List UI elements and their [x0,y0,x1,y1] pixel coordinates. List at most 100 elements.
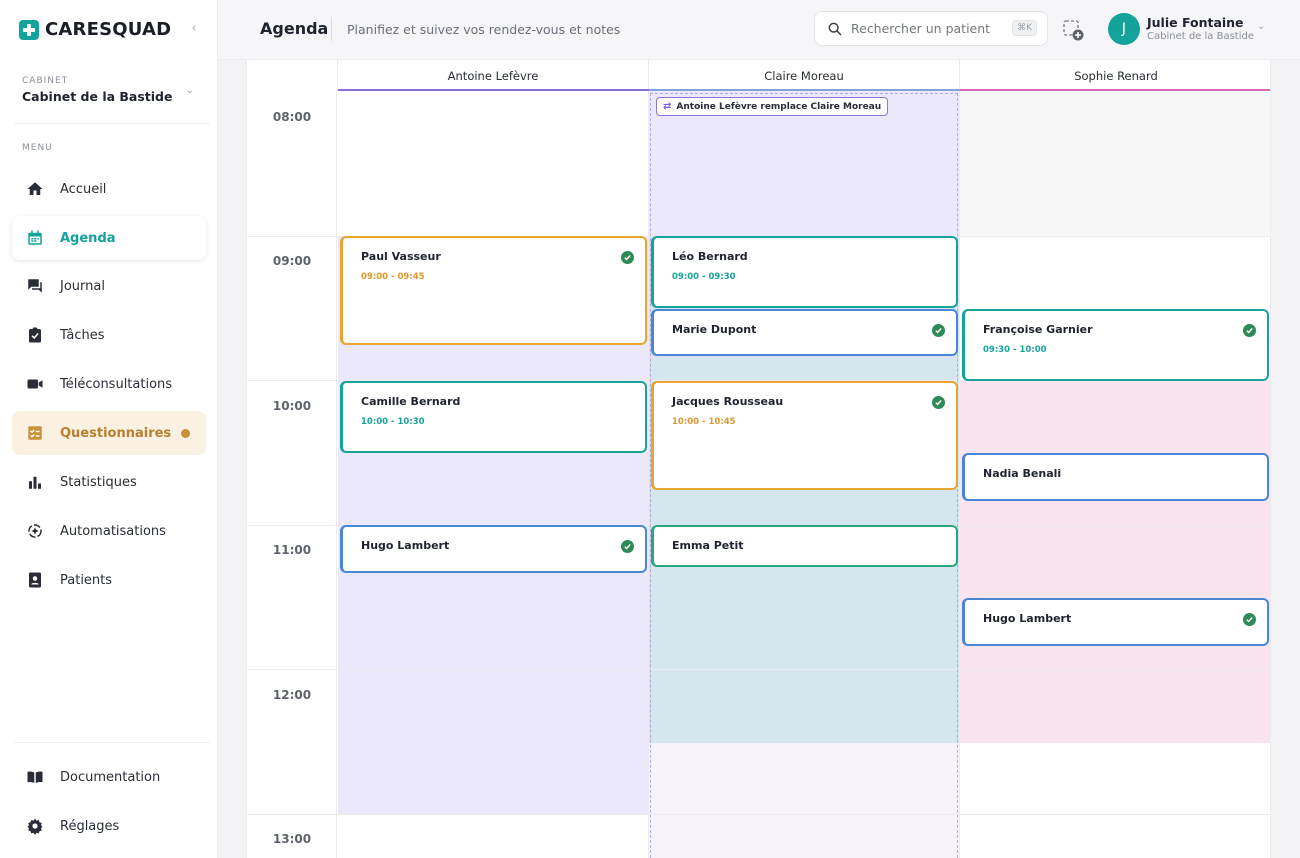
appointment-patient: Léo Bernard [672,250,748,263]
cabinet-selector[interactable]: CABINET Cabinet de la Bastide ⌄ [22,76,198,104]
search-icon [827,21,843,37]
chevron-down-icon: ⌄ [185,85,194,96]
sidebar-item-agenda[interactable]: Agenda [12,216,206,260]
appointment-card[interactable]: Marie Dupont [651,309,958,356]
search-input[interactable] [851,21,1001,36]
appointment-time: 09:30 - 10:00 [983,345,1047,355]
page-title: Agenda [260,19,329,38]
appointment-patient: Paul Vasseur [361,250,441,263]
confirmed-check-icon [621,540,634,553]
sidebar-item-teleconsultations[interactable]: Téléconsultations [12,362,206,406]
bar-chart-icon [25,472,45,492]
column-header-antoine[interactable]: Antoine Lefèvre [338,60,649,91]
hour-label: 10:00 [272,399,312,413]
replacement-tag[interactable]: ⇄ Antoine Lefèvre remplace Claire Moreau [656,97,889,116]
header-divider [331,17,332,41]
appointment-card[interactable]: Jacques Rousseau 10:00 - 10:45 [651,381,958,490]
page-subtitle: Planifiez et suivez vos rendez-vous et n… [347,22,621,37]
top-header: Agenda Planifiez et suivez vos rendez-vo… [218,0,1300,60]
clipboard-check-icon [25,325,45,345]
appointment-patient: Camille Bernard [361,395,461,408]
appointment-card[interactable]: Hugo Lambert [962,598,1269,646]
shortcut-badge: ⌘K [1012,20,1037,36]
column-accent-bar [649,89,960,91]
sidebar-item-reglages[interactable]: Réglages [12,804,206,848]
appointment-card[interactable]: Hugo Lambert [340,525,647,573]
divider [14,123,210,124]
agenda-grid: ⇄ Antoine Lefèvre remplace Claire Moreau… [246,60,1271,858]
sidebar-item-label: Agenda [60,230,116,246]
column-header-claire[interactable]: Claire Moreau [649,60,960,91]
video-icon [25,374,45,394]
hour-label: 12:00 [272,688,312,702]
sidebar-item-label: Tâches [60,327,105,343]
book-icon [25,767,45,787]
confirmed-check-icon [1243,613,1256,626]
gear-icon [25,816,45,836]
chat-icon [25,276,45,296]
sidebar-item-label: Documentation [60,769,161,785]
sidebar-item-automatisations[interactable]: Automatisations [12,509,206,553]
sidebar-item-statistiques[interactable]: Statistiques [12,460,206,504]
confirmed-check-icon [621,251,634,264]
column-line [648,60,649,858]
availability-band [960,381,1270,743]
contact-card-icon [25,570,45,590]
patient-search[interactable]: ⌘K [814,11,1048,46]
sidebar: CARESQUAD ‹ CABINET Cabinet de la Bastid… [0,0,218,858]
calendar-icon [25,228,45,248]
appointment-time: 09:00 - 09:45 [361,272,425,282]
sidebar-item-journal[interactable]: Journal [12,264,206,308]
appointment-card[interactable]: Paul Vasseur 09:00 - 09:45 [340,236,647,345]
divider [14,742,210,743]
column-header-sophie[interactable]: Sophie Renard [960,60,1270,91]
replacement-note: Antoine Lefèvre remplace Claire Moreau [676,101,882,112]
appointment-time: 10:00 - 10:45 [672,417,736,427]
appointment-card[interactable]: Léo Bernard 09:00 - 09:30 [651,236,958,308]
sidebar-item-label: Statistiques [60,474,137,490]
checklist-icon [25,423,45,443]
hour-label: 08:00 [272,110,312,124]
confirmed-check-icon [932,396,945,409]
appointment-patient: Françoise Garnier [983,323,1093,336]
appointment-card[interactable]: Camille Bernard 10:00 - 10:30 [340,381,647,453]
sidebar-item-label: Automatisations [60,523,166,539]
collapse-sidebar-icon[interactable]: ‹ [186,20,202,38]
sidebar-item-accueil[interactable]: Accueil [12,167,206,211]
sidebar-item-label: Réglages [60,818,120,834]
user-cabinet: Cabinet de la Bastide [1147,31,1254,42]
availability-band [338,91,649,237]
sidebar-item-questionnaires[interactable]: Questionnaires [12,411,206,455]
logo-cross-icon [19,19,39,40]
appointment-patient: Hugo Lambert [983,612,1072,625]
appointment-card[interactable]: Emma Petit [651,525,958,567]
automation-icon [25,521,45,541]
sidebar-item-label: Téléconsultations [60,376,173,392]
avatar[interactable]: J [1108,13,1140,45]
sidebar-item-label: Questionnaires [60,425,172,441]
new-appointment-icon[interactable] [1061,18,1085,42]
user-name[interactable]: Julie Fontaine [1147,15,1244,30]
cabinet-label: CABINET [22,76,69,86]
time-gutter [247,91,337,858]
sidebar-item-patients[interactable]: Patients [12,558,206,602]
home-icon [25,179,45,199]
swap-icon: ⇄ [663,101,672,112]
appointment-card[interactable]: Nadia Benali [962,453,1269,501]
appointment-card[interactable]: Françoise Garnier 09:30 - 10:00 [962,309,1269,381]
sidebar-item-taches[interactable]: Tâches [12,313,206,357]
menu-label: MENU [22,143,53,153]
cabinet-name: Cabinet de la Bastide [22,89,173,104]
sidebar-item-documentation[interactable]: Documentation [12,755,206,799]
sidebar-item-label: Patients [60,572,113,588]
confirmed-check-icon [1243,324,1256,337]
confirmed-check-icon [932,324,945,337]
column-accent-bar [960,89,1270,91]
app-name: CARESQUAD [45,19,172,40]
app-logo[interactable]: CARESQUAD [19,19,171,40]
sidebar-item-label: Journal [60,278,105,294]
chevron-down-icon[interactable]: ⌄ [1257,21,1265,32]
notification-dot [181,429,190,438]
column-accent-bar [338,89,649,91]
appointment-patient: Emma Petit [672,539,744,552]
